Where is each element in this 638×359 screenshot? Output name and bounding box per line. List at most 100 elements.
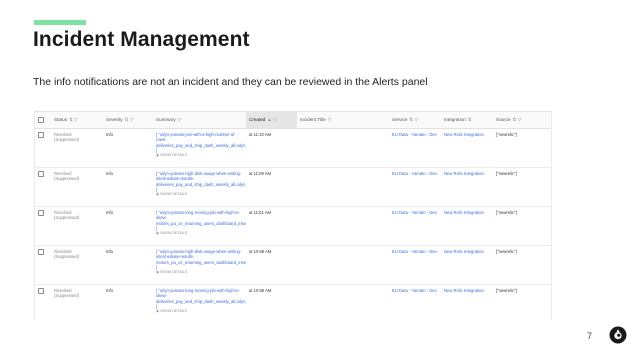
summary-cell[interactable]: [ "odyn-yamato-high-disk-usage-when-writ… bbox=[153, 167, 246, 207]
row-checkbox-cell[interactable] bbox=[35, 284, 51, 320]
service-cell[interactable]: EU Data - Yamato - Dev bbox=[389, 206, 441, 246]
table-row[interactable]: Resolved (Suppressed) Info[ "odyn-yamato-l… bbox=[35, 284, 551, 320]
source-text: ["newrelic"] bbox=[496, 249, 517, 254]
severity-text: Info bbox=[106, 210, 113, 215]
column-header-status[interactable]: Status ⇅ ▽ bbox=[51, 112, 103, 129]
summary-text[interactable]: [ "odyn-yamato-long-running-job-with-hig… bbox=[156, 288, 246, 309]
integration-text[interactable]: New Relic Integration bbox=[444, 249, 484, 254]
service-text[interactable]: EU Data - Yamato - Dev bbox=[392, 249, 437, 254]
summary-cell[interactable]: [ "odyn-yamato-join-with-a-high-number-o… bbox=[153, 128, 246, 168]
table-row[interactable]: Resolved (Suppressed) Info [ "odyn-yamato-h… bbox=[35, 167, 551, 207]
row-checkbox-cell[interactable] bbox=[35, 167, 51, 207]
service-cell[interactable]: EU Data - Yamato - Dev bbox=[389, 284, 441, 320]
source-cell: ["newrelic"] bbox=[493, 206, 551, 246]
show-details-link[interactable]: ◉ SHOW DETAILS bbox=[156, 309, 243, 314]
row-checkbox-cell[interactable] bbox=[35, 128, 51, 168]
column-header-service[interactable]: Service ⇅ ▽ bbox=[389, 112, 441, 129]
summary-text[interactable]: [ "odyn-yamato-high-disk-usage-when-writ… bbox=[156, 249, 246, 270]
sort-icon[interactable]: ⇅ bbox=[468, 117, 472, 122]
column-label: Integration bbox=[444, 117, 466, 122]
severity-text: Info bbox=[106, 132, 113, 137]
filter-icon[interactable]: ▽ bbox=[328, 117, 332, 122]
integration-cell[interactable]: New Relic Integration bbox=[441, 167, 493, 207]
integration-cell[interactable]: New Relic Integration bbox=[441, 206, 493, 246]
show-details-label[interactable]: SHOW DETAILS bbox=[160, 231, 187, 235]
severity-cell: Info bbox=[103, 128, 153, 168]
slide-title: Incident Management bbox=[33, 28, 250, 51]
summary-text[interactable]: [ "odyn-yamato-join-with-a-high-number-o… bbox=[156, 132, 246, 153]
show-details-label[interactable]: SHOW DETAILS bbox=[160, 309, 187, 313]
service-cell[interactable]: EU Data - Yamato - Dev bbox=[389, 167, 441, 207]
column-header-severity[interactable]: Severity ⇅ ▽ bbox=[103, 112, 153, 129]
row-checkbox-cell[interactable] bbox=[35, 245, 51, 285]
sort-filter-icon[interactable]: ⇅ ▽ bbox=[409, 117, 418, 122]
service-text[interactable]: EU Data - Yamato - Dev bbox=[392, 171, 437, 176]
created-cell: at 10:59 AM bbox=[246, 245, 297, 285]
show-details-link[interactable]: ◉ SHOW DETAILS bbox=[156, 153, 243, 158]
column-label: Status bbox=[54, 117, 68, 122]
row-checkbox-cell[interactable] bbox=[35, 206, 51, 246]
status-sub-text: (Suppressed) bbox=[54, 137, 80, 143]
status-sub-text: (Suppressed) bbox=[54, 176, 80, 182]
sort-filter-icon[interactable]: ⇅ ▽ bbox=[69, 117, 78, 122]
integration-cell[interactable]: New Relic Integration bbox=[441, 128, 493, 168]
service-text[interactable]: EU Data - Yamato - Dev bbox=[392, 210, 437, 215]
status-cell: Resolved (Suppressed) bbox=[51, 206, 103, 246]
incident-title-cell bbox=[297, 206, 389, 246]
summary-cell[interactable]: [ "odyn-yamato-long-running-job-with-hig… bbox=[153, 284, 246, 320]
integration-text[interactable]: New Relic Integration bbox=[444, 210, 484, 215]
service-cell[interactable]: EU Data - Yamato - Dev bbox=[389, 128, 441, 168]
severity-text: Info bbox=[106, 249, 113, 254]
integration-cell[interactable]: New Relic Integration bbox=[441, 245, 493, 285]
table-row[interactable]: Resolved (Suppressed) Info [ "odyn-yamato-h… bbox=[35, 245, 551, 285]
show-details-label[interactable]: SHOW DETAILS bbox=[160, 270, 187, 274]
service-text[interactable]: EU Data - Yamato - Dev bbox=[392, 132, 437, 137]
row-checkbox[interactable] bbox=[38, 210, 44, 216]
status-sub-text: (Suppressed) bbox=[54, 254, 80, 260]
status-cell: Resolved (Suppressed) bbox=[51, 245, 103, 285]
incident-title-cell bbox=[297, 167, 389, 207]
slide-subtitle: The info notifications are not an incide… bbox=[33, 76, 428, 88]
select-all-checkbox-cell[interactable] bbox=[35, 112, 51, 129]
service-cell[interactable]: EU Data - Yamato - Dev bbox=[389, 245, 441, 285]
show-details-link[interactable]: ◉ SHOW DETAILS bbox=[156, 231, 243, 236]
table-row[interactable]: Resolved (Suppressed) Info[ "odyn-yamato-j… bbox=[35, 128, 551, 168]
filter-icon[interactable]: ▽ bbox=[178, 117, 182, 122]
summary-cell[interactable]: [ "odyn-yamato-high-disk-usage-when-writ… bbox=[153, 245, 246, 285]
column-header-created[interactable]: Created ▲ ▽ bbox=[246, 112, 297, 129]
row-checkbox[interactable] bbox=[38, 288, 44, 294]
source-cell: ["newrelic"] bbox=[493, 245, 551, 285]
table-row[interactable]: Resolved (Suppressed) Info [ "odyn-yamato-l… bbox=[35, 206, 551, 246]
status-sub-text: (Suppressed) bbox=[54, 215, 80, 221]
show-details-link[interactable]: ◉ SHOW DETAILS bbox=[156, 270, 243, 275]
column-header-incident-title[interactable]: Incident Title ▽ bbox=[297, 112, 389, 129]
column-header-summary[interactable]: Summary ▽ bbox=[153, 112, 246, 129]
integration-cell[interactable]: New Relic Integration bbox=[441, 284, 493, 320]
row-checkbox[interactable] bbox=[38, 171, 44, 177]
created-cell: at 10:59 AM bbox=[246, 284, 297, 320]
column-label: Created bbox=[249, 117, 266, 122]
created-text: at 11:09 AM bbox=[249, 171, 272, 176]
column-header-source[interactable]: Source ⇅ ▽ bbox=[493, 112, 551, 129]
row-checkbox[interactable] bbox=[38, 249, 44, 255]
integration-text[interactable]: New Relic Integration bbox=[444, 171, 484, 176]
service-text[interactable]: EU Data - Yamato - Dev bbox=[392, 288, 437, 293]
column-header-integration[interactable]: Integration ⇅ bbox=[441, 112, 493, 129]
integration-text[interactable]: New Relic Integration bbox=[444, 132, 484, 137]
sort-asc-filter-icon[interactable]: ▲ ▽ bbox=[267, 117, 276, 122]
summary-cell[interactable]: [ "odyn-yamato-long-running-job-with-hig… bbox=[153, 206, 246, 246]
summary-text[interactable]: [ "odyn-yamato-long-running-job-with-hig… bbox=[156, 210, 246, 231]
alerts-table: Status ⇅ ▽ Severity ⇅ ▽ Summary ▽ Created ▲ … bbox=[34, 111, 552, 320]
sort-filter-icon[interactable]: ⇅ ▽ bbox=[125, 117, 134, 122]
row-checkbox[interactable] bbox=[38, 132, 44, 138]
status-cell: Resolved (Suppressed) bbox=[51, 167, 103, 207]
select-all-checkbox[interactable] bbox=[38, 116, 44, 123]
show-details-link[interactable]: ◉ SHOW DETAILS bbox=[156, 192, 243, 197]
show-details-label[interactable]: SHOW DETAILS bbox=[160, 153, 187, 157]
column-label: Summary bbox=[156, 117, 176, 122]
integration-text[interactable]: New Relic Integration bbox=[444, 288, 484, 293]
sort-filter-icon[interactable]: ⇅ ▽ bbox=[513, 117, 522, 122]
show-details-label[interactable]: SHOW DETAILS bbox=[160, 192, 187, 196]
severity-text: Info bbox=[106, 171, 113, 176]
summary-text[interactable]: [ "odyn-yamato-high-disk-usage-when-writ… bbox=[156, 171, 246, 192]
